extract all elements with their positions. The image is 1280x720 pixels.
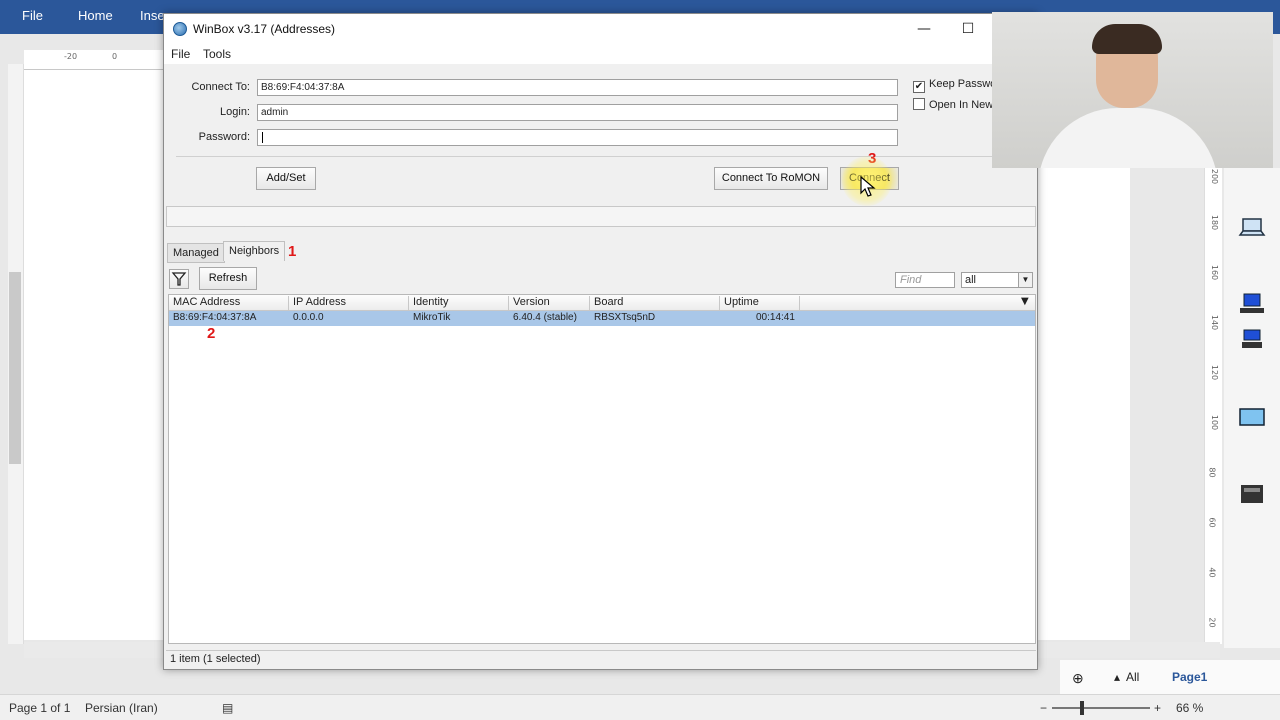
- mouse-cursor-icon: [860, 176, 876, 197]
- window-status-bar: 1 item (1 selected): [166, 650, 1036, 668]
- monitor-icon[interactable]: [1238, 406, 1266, 430]
- language-indicator[interactable]: Persian (Iran): [85, 701, 158, 715]
- annotation-two: 2: [207, 325, 216, 342]
- word-insert-tab[interactable]: Inse: [140, 8, 165, 23]
- filter-select-value: all: [965, 274, 977, 286]
- ruler-number: 20: [1207, 617, 1217, 628]
- window-title: WinBox v3.17 (Addresses): [193, 22, 336, 36]
- word-navigation-bar: ⊕ ▴ All Page1: [1060, 660, 1280, 694]
- cell-uptime: 00:14:41: [756, 312, 795, 323]
- checkbox-empty-icon: [913, 98, 925, 110]
- add-set-button[interactable]: Add/Set: [256, 167, 316, 190]
- ruler-number: 60: [1207, 517, 1217, 528]
- neighbors-toolbar: Refresh Find all ▼: [166, 266, 1036, 294]
- horizontal-ruler: -20 0: [24, 50, 174, 70]
- columns-dropdown-icon[interactable]: ▼: [1021, 296, 1029, 307]
- cell-mac: B8:69:F4:04:37:8A: [173, 312, 257, 323]
- nav-page-label[interactable]: Page1: [1172, 670, 1207, 684]
- word-home-tab[interactable]: Home: [78, 8, 113, 23]
- ruler-number: 200: [1210, 168, 1220, 185]
- nav-all-chevron-icon[interactable]: ▴: [1114, 670, 1120, 684]
- keep-password-checkbox[interactable]: ✔ Keep Passwo: [913, 78, 996, 93]
- shapes-panel: [1224, 168, 1280, 648]
- filter-button[interactable]: [169, 269, 189, 289]
- cell-identity: MikroTik: [413, 312, 451, 323]
- menu-tools[interactable]: Tools: [203, 47, 231, 61]
- title-bar[interactable]: WinBox v3.17 (Addresses) — ☐: [164, 14, 1037, 44]
- maximize-button[interactable]: ☐: [946, 18, 990, 40]
- filter-select[interactable]: all ▼: [961, 272, 1033, 288]
- winbox-window: WinBox v3.17 (Addresses) — ☐ File Tools …: [163, 13, 1038, 670]
- menu-file[interactable]: File: [171, 47, 190, 61]
- zoom-level[interactable]: 66 %: [1176, 701, 1203, 715]
- word-file-tab[interactable]: File: [22, 8, 43, 23]
- connect-to-label: Connect To:: [191, 81, 250, 93]
- annotation-three: 3: [868, 150, 877, 167]
- page-count[interactable]: Page 1 of 1: [9, 701, 70, 715]
- minimize-button[interactable]: —: [902, 18, 946, 40]
- password-input[interactable]: [257, 129, 898, 146]
- neighbors-table: MAC Address IP Address Identity Version …: [168, 294, 1036, 644]
- macro-icon[interactable]: ▤: [222, 701, 233, 715]
- document-page-right[interactable]: [1036, 168, 1130, 640]
- keyboard-icon[interactable]: [1238, 482, 1266, 506]
- ruler-number: 160: [1210, 264, 1220, 281]
- checkmark-icon: ✔: [913, 81, 925, 93]
- ruler-number: 120: [1210, 364, 1220, 381]
- column-header[interactable]: Board: [590, 296, 720, 310]
- table-header: MAC Address IP Address Identity Version …: [169, 295, 1035, 311]
- tab-neighbors[interactable]: Neighbors: [223, 241, 286, 261]
- column-header[interactable]: Identity: [409, 296, 509, 310]
- divider: [176, 156, 1036, 157]
- ruler-number: 140: [1210, 314, 1220, 331]
- annotation-one: 1: [288, 243, 297, 260]
- cell-ip: 0.0.0.0: [293, 312, 324, 323]
- table-row[interactable]: B8:69:F4:04:37:8A 0.0.0.0 MikroTik 6.40.…: [169, 311, 1035, 326]
- open-in-new-checkbox[interactable]: Open In New: [913, 98, 993, 111]
- winbox-logo-icon: [173, 22, 187, 36]
- filter-icon: [171, 272, 187, 286]
- computer-icon[interactable]: [1238, 292, 1266, 316]
- keep-password-label: Keep Passwo: [929, 78, 997, 90]
- vertical-ruler-right: 200 180 160 140 120 100 80 60 40 20: [1204, 168, 1222, 644]
- word-status-bar: Page 1 of 1 Persian (Iran) ▤ − + 66 %: [0, 694, 1280, 720]
- presenter-body: [1038, 108, 1218, 168]
- connect-romon-button[interactable]: Connect To RoMON: [714, 167, 828, 190]
- column-header[interactable]: MAC Address: [169, 296, 289, 310]
- open-in-new-label: Open In New: [929, 99, 994, 111]
- zoom-out-icon[interactable]: −: [1040, 701, 1047, 715]
- ruler-number: 40: [1207, 567, 1217, 578]
- ruler-label: 0: [112, 52, 118, 61]
- menu-bar: File Tools: [164, 44, 1037, 64]
- login-label: Login:: [220, 106, 250, 118]
- ruler-number: 100: [1210, 414, 1220, 431]
- column-header[interactable]: Version: [509, 296, 590, 310]
- presenter-hair: [1092, 24, 1162, 54]
- connection-status-strip: [166, 206, 1036, 227]
- tab-managed[interactable]: Managed: [167, 243, 225, 263]
- workstation-icon[interactable]: [1238, 328, 1266, 352]
- connect-to-input[interactable]: B8:69:F4:04:37:8A: [257, 79, 898, 96]
- chevron-down-icon: ▼: [1018, 273, 1032, 287]
- column-header[interactable]: IP Address: [289, 296, 409, 310]
- password-label: Password:: [198, 131, 250, 143]
- add-icon[interactable]: ⊕: [1072, 670, 1084, 687]
- ruler-number: 180: [1210, 214, 1220, 231]
- refresh-button[interactable]: Refresh: [199, 267, 257, 290]
- find-input[interactable]: Find: [895, 272, 955, 288]
- webcam-overlay: [992, 12, 1273, 168]
- laptop-icon[interactable]: [1238, 216, 1266, 240]
- zoom-in-icon[interactable]: +: [1154, 701, 1161, 715]
- document-page[interactable]: [24, 70, 164, 640]
- login-input[interactable]: admin: [257, 104, 898, 121]
- ruler-label: -20: [64, 52, 78, 61]
- cell-board: RBSXTsq5nD: [594, 312, 656, 323]
- cell-version: 6.40.4 (stable): [513, 312, 577, 323]
- ruler-number: 80: [1207, 467, 1217, 478]
- column-header[interactable]: Uptime: [720, 296, 800, 310]
- nav-all-label[interactable]: All: [1126, 670, 1139, 684]
- vertical-scrollbar-thumb[interactable]: [9, 272, 21, 464]
- zoom-slider[interactable]: [1052, 707, 1150, 709]
- zoom-slider-thumb[interactable]: [1080, 701, 1084, 715]
